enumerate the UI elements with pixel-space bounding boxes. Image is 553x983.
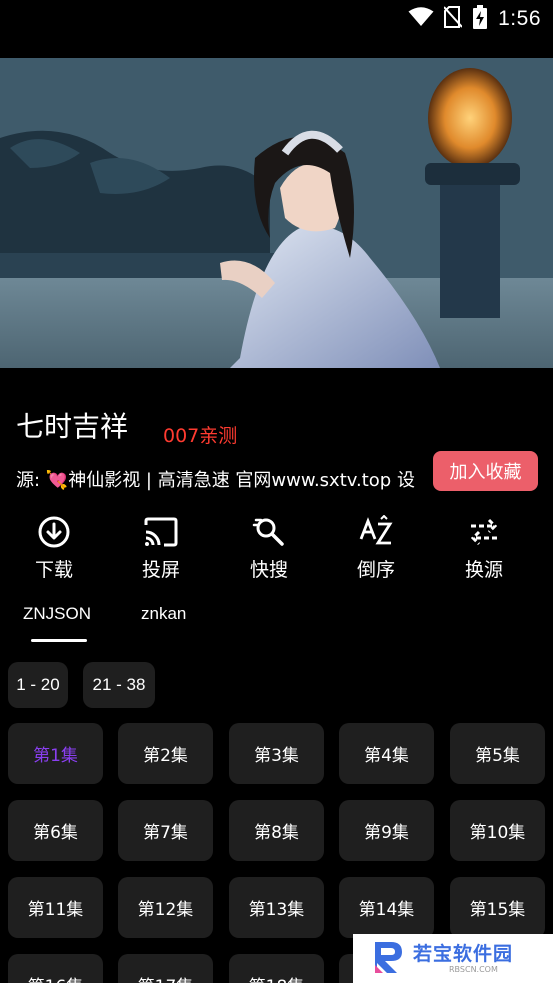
episode-button[interactable]: 第18集: [229, 954, 324, 983]
episode-button[interactable]: 第13集: [229, 877, 324, 938]
cast-icon: [142, 515, 180, 549]
download-icon: [37, 515, 71, 549]
no-sim-icon: [443, 6, 463, 32]
status-time: 1:56: [498, 7, 541, 30]
download-label: 下载: [34, 559, 73, 581]
battery-charging-icon: [472, 5, 488, 33]
watermark-text: 若宝软件园: [413, 942, 514, 965]
status-bar: 1:56: [0, 0, 553, 40]
tab-indicator: [31, 639, 87, 642]
episode-button[interactable]: 第17集: [118, 954, 213, 983]
download-button[interactable]: 下载: [9, 515, 99, 585]
watermark: 若宝软件园 RBSCN.COM: [353, 934, 553, 983]
quick-search-icon: [252, 515, 286, 549]
episode-button[interactable]: 第4集: [339, 723, 434, 784]
episode-button[interactable]: 第6集: [8, 800, 103, 861]
reverse-order-label: 倒序: [356, 559, 395, 581]
video-frame: [0, 58, 553, 368]
range-chip-1-20[interactable]: 1 - 20: [8, 662, 68, 708]
wifi-icon: [408, 7, 434, 31]
swap-source-button[interactable]: 换源: [439, 515, 529, 585]
add-favorite-button[interactable]: 加入收藏: [433, 451, 538, 491]
range-chip-21-38[interactable]: 21 - 38: [83, 662, 155, 708]
swap-source-icon: [467, 515, 501, 549]
sort-az-icon: [358, 515, 394, 549]
episode-button[interactable]: 第12集: [118, 877, 213, 938]
show-title: 七时吉祥: [16, 410, 129, 443]
title-tag: 007亲测: [163, 425, 238, 447]
source-line: 源: 💘神仙影视 | 高清急速 官网www.sxtv.top 设: [16, 470, 415, 491]
watermark-logo-icon: [371, 939, 407, 979]
tab-znjson[interactable]: ZNJSON: [23, 604, 91, 624]
episode-button[interactable]: 第5集: [450, 723, 545, 784]
episode-button[interactable]: 第16集: [8, 954, 103, 983]
swap-source-label: 换源: [464, 559, 503, 581]
quick-search-button[interactable]: 快搜: [224, 515, 314, 585]
episode-button[interactable]: 第14集: [339, 877, 434, 938]
episode-button[interactable]: 第1集: [8, 723, 103, 784]
episode-button[interactable]: 第7集: [118, 800, 213, 861]
action-bar: 下载 投屏 快搜 倒序 换源: [0, 515, 553, 585]
episode-button[interactable]: 第11集: [8, 877, 103, 938]
cast-button[interactable]: 投屏: [116, 515, 206, 585]
episode-button[interactable]: 第9集: [339, 800, 434, 861]
episode-button[interactable]: 第2集: [118, 723, 213, 784]
episode-button[interactable]: 第8集: [229, 800, 324, 861]
video-player[interactable]: [0, 58, 553, 368]
episode-button[interactable]: 第10集: [450, 800, 545, 861]
tab-znkan[interactable]: znkan: [141, 604, 186, 624]
episode-button[interactable]: 第15集: [450, 877, 545, 938]
quick-search-label: 快搜: [249, 559, 288, 581]
cast-label: 投屏: [141, 559, 180, 581]
episode-button[interactable]: 第3集: [229, 723, 324, 784]
watermark-sub: RBSCN.COM: [449, 964, 498, 974]
reverse-order-button[interactable]: 倒序: [331, 515, 421, 585]
